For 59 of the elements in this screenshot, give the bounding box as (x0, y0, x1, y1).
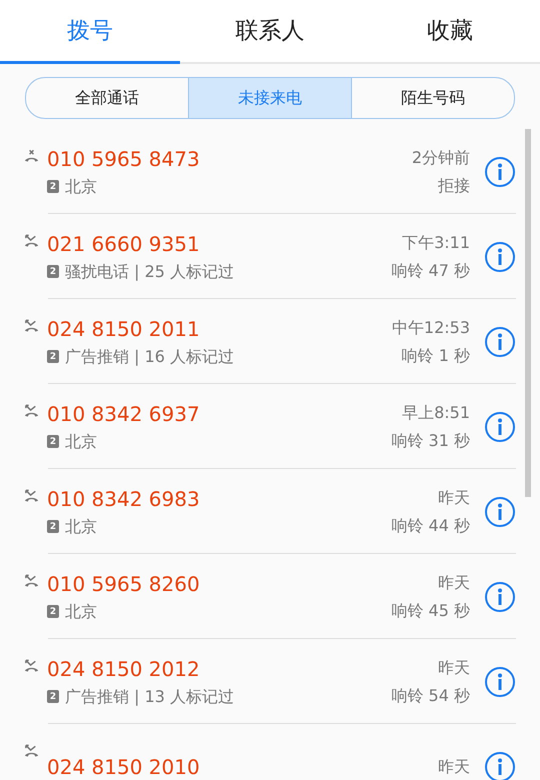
missed-call-icon (24, 404, 41, 418)
caller-info: 北京 (65, 430, 97, 452)
info-icon[interactable] (484, 750, 516, 780)
info-icon[interactable] (484, 156, 516, 188)
sim-badge: 2 (47, 180, 59, 193)
caller-info: 广告推销 | 13 人标记过 (65, 686, 234, 708)
info-icon[interactable] (484, 666, 516, 698)
info-icon[interactable] (484, 580, 516, 612)
sim-badge: 2 (47, 605, 59, 618)
caller-info: 骚扰电话 | 25 人标记过 (65, 260, 234, 283)
tab[interactable]: 收藏 (360, 0, 540, 64)
phone-number: 010 8342 6937 (47, 400, 201, 428)
phone-number: 010 5965 8473 (47, 146, 201, 172)
caller-info: 广告推销 | 16 人标记过 (65, 346, 234, 368)
missed-call-icon (24, 319, 41, 333)
call-time: 下午3:11 (402, 232, 470, 254)
missed-call-icon (24, 234, 41, 248)
ring-duration: 响铃 45 秒 (391, 600, 470, 622)
call-time: 昨天 (438, 572, 470, 594)
sim-badge: 2 (47, 350, 59, 363)
call-time: 中午12:53 (392, 316, 470, 338)
call-time: 2分钟前 (412, 146, 470, 168)
phone-number: 024 8150 2011 (47, 316, 201, 342)
info-icon[interactable] (484, 240, 516, 272)
call-time: 早上8:51 (402, 402, 470, 424)
rejected-call-icon (24, 149, 41, 163)
call-time: 昨天 (438, 486, 470, 508)
phone-number: 024 8150 2012 (47, 656, 201, 682)
caller-info: 北京 (65, 176, 97, 198)
info-icon[interactable] (484, 410, 516, 442)
ring-duration: 响铃 54 秒 (391, 684, 470, 706)
ring-duration: 拒接 (438, 174, 470, 196)
scrollbar[interactable] (525, 129, 531, 497)
phone-number: 024 8150 2010 (47, 754, 201, 780)
phone-number: 021 6660 9351 (47, 230, 201, 258)
missed-call-icon (24, 744, 41, 758)
phone-number: 010 8342 6983 (47, 486, 201, 512)
sim-badge: 2 (47, 265, 59, 278)
ring-duration: 响铃 44 秒 (391, 514, 470, 536)
ring-duration: 响铃 47 秒 (391, 260, 470, 282)
tab[interactable]: 拨号 (0, 0, 180, 64)
missed-call-icon (24, 659, 41, 673)
caller-info: 北京 (65, 516, 97, 538)
ring-duration: 响铃 1 秒 (402, 344, 470, 366)
phone-number: 010 5965 8260 (47, 570, 201, 598)
filter-tab[interactable]: 全部通话 (26, 78, 188, 118)
info-icon[interactable] (484, 496, 516, 528)
info-icon[interactable] (484, 326, 516, 358)
sim-badge: 2 (47, 690, 59, 703)
sim-badge: 2 (47, 435, 59, 448)
missed-call-icon (24, 489, 41, 503)
ring-duration: 响铃 31 秒 (391, 430, 470, 452)
call-time: 昨天 (438, 656, 470, 678)
sim-badge: 2 (47, 520, 59, 533)
caller-info: 北京 (65, 600, 97, 622)
call-time: 昨天 (438, 756, 470, 778)
tab[interactable]: 联系人 (180, 0, 360, 64)
filter-tab[interactable]: 陌生号码 (351, 78, 514, 118)
missed-call-icon (24, 574, 41, 588)
